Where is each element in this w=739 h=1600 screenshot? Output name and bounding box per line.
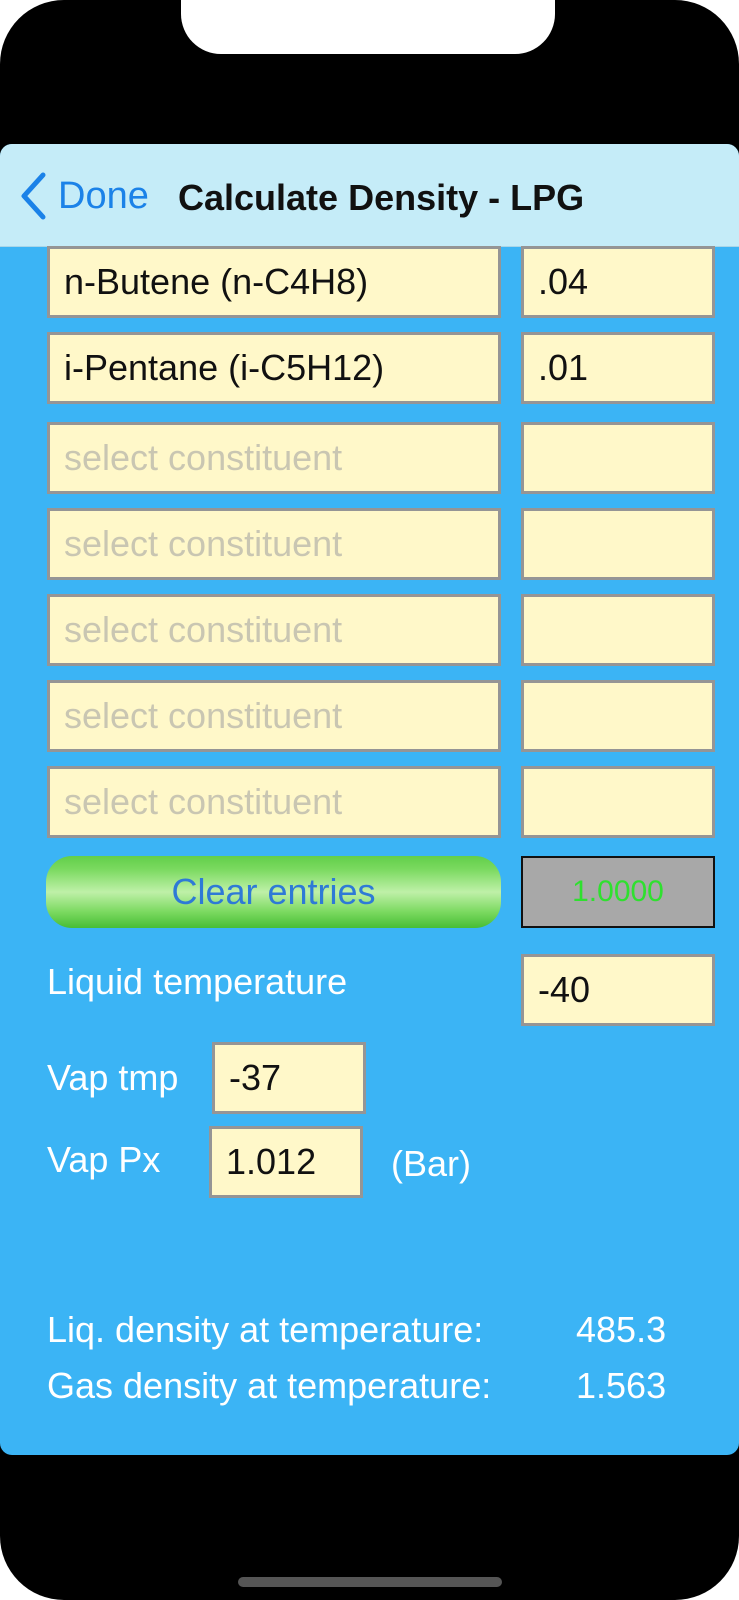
constituent-value-4[interactable] (521, 508, 715, 580)
liquid-temperature-input[interactable]: -40 (521, 954, 715, 1026)
vap-px-unit: (Bar) (391, 1143, 471, 1184)
constituent-select-5[interactable]: select constituent (47, 594, 501, 666)
gas-density-label: Gas density at temperature: (47, 1365, 492, 1406)
vap-px-label: Vap Px (47, 1139, 161, 1180)
constituent-select-2[interactable]: i-Pentane (i-C5H12) (47, 332, 501, 404)
constituent-select-7[interactable]: select constituent (47, 766, 501, 838)
constituent-value-6[interactable] (521, 680, 715, 752)
chevron-left-icon (21, 172, 46, 220)
constituent-value-3[interactable] (521, 422, 715, 494)
vap-px-input[interactable]: 1.012 (209, 1126, 363, 1198)
total-fraction-display: 1.0000 (521, 856, 715, 928)
navigation-bar: Done Calculate Density - LPG (0, 144, 739, 247)
app-screen: Done Calculate Density - LPG n-Butene (n… (0, 144, 739, 1455)
vap-tmp-label: Vap tmp (47, 1057, 179, 1098)
liq-density-label: Liq. density at temperature: (47, 1309, 484, 1350)
constituent-value-7[interactable] (521, 766, 715, 838)
home-indicator[interactable] (238, 1577, 502, 1587)
done-button[interactable]: Done (18, 168, 149, 224)
constituent-select-1[interactable]: n-Butene (n-C4H8) (47, 246, 501, 318)
done-label: Done (58, 174, 149, 217)
notch (181, 0, 555, 54)
constituent-select-3[interactable]: select constituent (47, 422, 501, 494)
constituent-select-4[interactable]: select constituent (47, 508, 501, 580)
vap-tmp-input[interactable]: -37 (212, 1042, 366, 1114)
constituent-value-2[interactable]: .01 (521, 332, 715, 404)
constituent-value-5[interactable] (521, 594, 715, 666)
liq-density-value: 485.3 (576, 1309, 667, 1350)
liquid-temperature-label: Liquid temperature (47, 961, 348, 1002)
clear-entries-button[interactable]: Clear entries (46, 856, 501, 928)
device-frame: Done Calculate Density - LPG n-Butene (n… (0, 0, 739, 1600)
constituent-select-6[interactable]: select constituent (47, 680, 501, 752)
page-title: Calculate Density - LPG (178, 177, 585, 218)
gas-density-value: 1.563 (576, 1365, 667, 1406)
constituent-value-1[interactable]: .04 (521, 246, 715, 318)
